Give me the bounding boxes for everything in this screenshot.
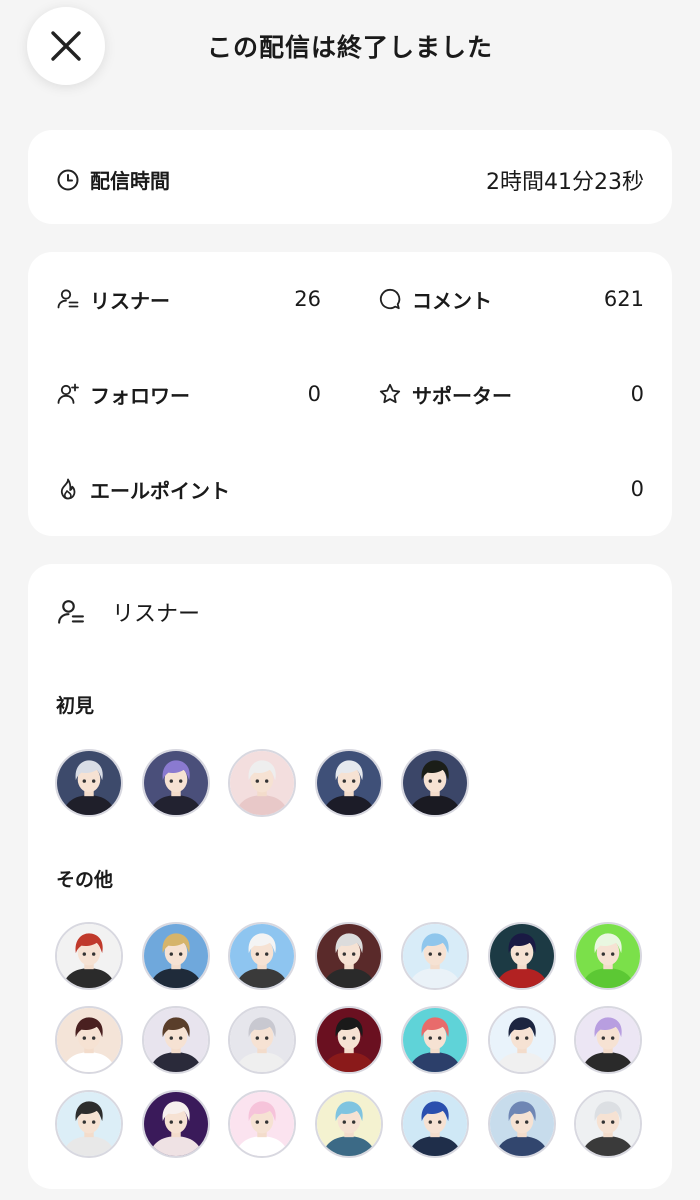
stat-followers-label: フォロワー <box>90 383 190 408</box>
stat-listeners-label: リスナー <box>90 288 170 313</box>
stat-comments-label: コメント <box>412 288 492 313</box>
stat-cheer-points: エールポイント <box>56 474 230 504</box>
listener-avatar-4[interactable] <box>314 922 383 990</box>
others-label: その他 <box>56 869 114 891</box>
stat-followers: フォロワー <box>56 379 190 409</box>
stat-comments-value: 621 <box>603 287 644 311</box>
flame-icon <box>56 477 80 501</box>
stat-listeners-value: 26 <box>294 287 321 311</box>
person-add-icon <box>56 382 80 406</box>
stream-ended-screen: この配信は終了しました 配信時間 2時間41分23秒 リスナー 26 コメント … <box>0 0 700 1200</box>
stat-listeners: リスナー <box>56 284 170 314</box>
listener-avatar-9[interactable] <box>141 1006 210 1074</box>
others-avatar-list <box>55 922 655 1162</box>
duration-label: 配信時間 <box>90 169 170 193</box>
first-time-avatar-4[interactable] <box>314 749 383 817</box>
person-list-icon <box>56 597 86 627</box>
person-list-icon <box>56 287 80 311</box>
page-title: この配信は終了しました <box>206 33 493 62</box>
first-time-label: 初見 <box>56 695 95 717</box>
stat-cheer-points-value: 0 <box>630 477 644 501</box>
listener-avatar-12[interactable] <box>401 1006 469 1074</box>
listener-avatar-21[interactable] <box>574 1090 642 1158</box>
first-time-avatar-1[interactable] <box>55 749 123 817</box>
first-time-avatar-5[interactable] <box>401 749 469 817</box>
first-time-avatar-list <box>55 749 655 819</box>
header: この配信は終了しました <box>0 0 700 110</box>
listener-avatar-20[interactable] <box>487 1090 556 1158</box>
listener-avatar-19[interactable] <box>401 1090 469 1158</box>
listener-avatar-1[interactable] <box>55 922 123 990</box>
listener-avatar-14[interactable] <box>574 1006 642 1074</box>
first-time-avatar-3[interactable] <box>228 749 296 817</box>
stats-card: リスナー 26 コメント 621 フォロワー 0 サポーター 0 エールポイント… <box>28 252 672 536</box>
duration-value: 2時間41分23秒 <box>486 170 644 195</box>
stat-comments: コメント <box>378 284 492 314</box>
listener-avatar-16[interactable] <box>141 1090 210 1158</box>
listener-avatar-3[interactable] <box>228 922 296 990</box>
stat-supporters-label: サポーター <box>412 383 512 408</box>
listener-avatar-18[interactable] <box>314 1090 383 1158</box>
listeners-card: リスナー 初見 その他 <box>28 564 672 1189</box>
listener-avatar-13[interactable] <box>487 1006 556 1074</box>
stat-cheer-points-label: エールポイント <box>90 478 230 503</box>
listener-avatar-8[interactable] <box>55 1006 123 1074</box>
star-icon <box>378 382 402 406</box>
listener-avatar-11[interactable] <box>314 1006 383 1074</box>
listener-avatar-17[interactable] <box>228 1090 296 1158</box>
listener-avatar-7[interactable] <box>574 922 642 990</box>
clock-icon <box>56 168 80 192</box>
listener-avatar-5[interactable] <box>401 922 469 990</box>
stat-supporters: サポーター <box>378 379 512 409</box>
listener-avatar-15[interactable] <box>55 1090 123 1158</box>
duration-card: 配信時間 2時間41分23秒 <box>28 130 672 224</box>
stat-supporters-value: 0 <box>630 382 644 406</box>
comment-bubble-icon <box>378 287 402 311</box>
first-time-avatar-2[interactable] <box>141 749 210 817</box>
listeners-section-title: リスナー <box>112 602 201 627</box>
listener-avatar-2[interactable] <box>141 922 210 990</box>
duration-row: 配信時間 <box>56 165 170 194</box>
stat-followers-value: 0 <box>307 382 321 406</box>
listener-avatar-6[interactable] <box>487 922 556 990</box>
listeners-section-header: リスナー <box>56 596 200 628</box>
listener-avatar-10[interactable] <box>228 1006 296 1074</box>
